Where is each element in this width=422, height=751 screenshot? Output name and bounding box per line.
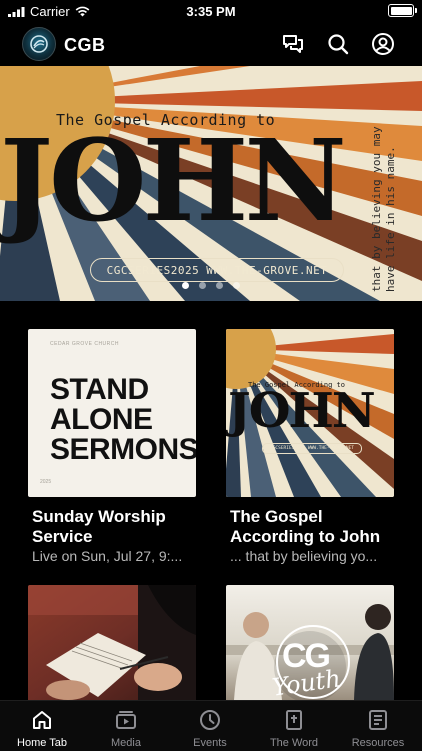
card-subtitle: ... that by believing yo... — [230, 548, 378, 564]
carousel-dots[interactable] — [0, 282, 422, 289]
card-sunday-worship[interactable]: CEDAR GROVE CHURCH STAND ALONE SERMONS 2… — [28, 329, 196, 566]
tab-home[interactable]: Home Tab — [0, 701, 84, 751]
tab-label: Media — [111, 737, 141, 749]
tab-resources[interactable]: Resources — [336, 701, 420, 751]
card-subtitle: Live on Sun, Jul 27, 9:... — [32, 548, 183, 564]
clock-time: 3:35 PM — [186, 4, 236, 19]
hero-title: JOHN — [0, 116, 347, 247]
card-thumbnail: The Gospel According to JOHN CGCSERIES20… — [226, 329, 394, 497]
carousel-dot-1[interactable] — [182, 282, 189, 289]
hero-series-pill: CGCSERIES2025 WWW.THE-GROVE.NET — [90, 258, 344, 282]
carousel-dot-4[interactable] — [233, 282, 240, 289]
thumb-headline-line: STAND — [50, 373, 149, 406]
tab-label: The Word — [269, 737, 319, 749]
church-logo[interactable] — [22, 27, 56, 61]
hero-vertical-text: that by believing you mayhave life in hi… — [370, 126, 397, 292]
thumb-title: JOHN — [228, 383, 376, 439]
app-title: CGB — [64, 35, 106, 55]
tab-label: Resources — [351, 737, 405, 749]
card-journal[interactable] — [28, 585, 196, 710]
carousel-dot-2[interactable] — [199, 282, 206, 289]
tab-bar: Home Tab Media Events The Word Resources — [0, 700, 422, 751]
card-youth[interactable]: CG Youth — [226, 585, 394, 710]
thumb-church-name: CEDAR GROVE CHURCH — [50, 341, 120, 347]
media-icon — [116, 711, 136, 729]
card-thumbnail: CG Youth — [226, 585, 394, 700]
journal-photo — [28, 585, 196, 700]
card-thumbnail: CEDAR GROVE CHURCH STAND ALONE SERMONS 2… — [28, 329, 196, 497]
status-bar: Carrier 3:35 PM — [0, 0, 422, 22]
home-icon — [33, 711, 51, 729]
top-bar: CGB — [0, 22, 422, 66]
clock-icon — [200, 710, 220, 730]
tab-label: Events — [193, 737, 227, 749]
resources-icon — [369, 710, 387, 730]
card-thumbnail — [28, 585, 196, 700]
chat-icon[interactable] — [281, 32, 305, 56]
thumb-headline: STAND ALONE SERMONS — [50, 375, 196, 465]
bible-icon — [286, 710, 302, 730]
tab-the-word[interactable]: The Word — [252, 701, 336, 751]
carousel-dot-3[interactable] — [216, 282, 223, 289]
card-title: Sunday Worship Service — [32, 507, 166, 546]
thumb-year: 2025 — [40, 479, 52, 485]
battery-icon — [388, 4, 417, 17]
card-title: The Gospel According to John — [230, 507, 381, 546]
tab-media[interactable]: Media — [84, 701, 168, 751]
card-gospel-john[interactable]: The Gospel According to JOHN CGCSERIES20… — [226, 329, 394, 566]
tab-events[interactable]: Events — [168, 701, 252, 751]
logo-mark-icon — [30, 35, 48, 53]
thumb-headline-line: ALONE — [50, 403, 153, 436]
thumb-headline-line: SERMONS — [50, 433, 196, 466]
tab-label: Home Tab — [17, 737, 67, 749]
search-icon[interactable] — [326, 32, 350, 56]
svg-text:that by believing you mayhave: that by believing you mayhave life in hi… — [370, 126, 397, 292]
hero-banner[interactable]: The Gospel According to JOHN that by bel… — [0, 66, 422, 301]
thumb-pill: CGCSERIES2025 WWW.THE-GROVE.NET — [262, 443, 362, 454]
profile-icon[interactable] — [371, 32, 395, 56]
